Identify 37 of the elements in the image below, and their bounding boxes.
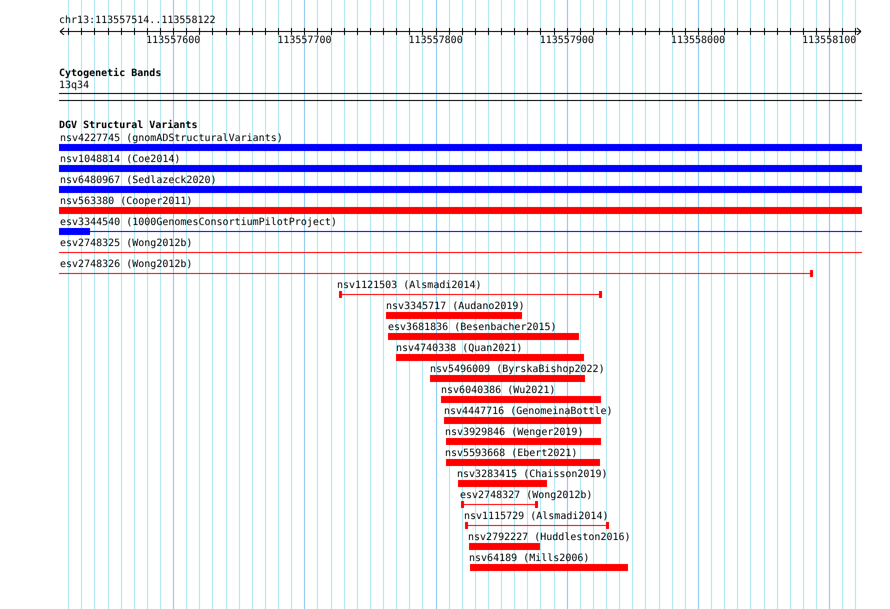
feature-label[interactable]: nsv3345717 (Audano2019) [386, 301, 524, 313]
tick-label: 113558000 [670, 35, 726, 47]
feature-label[interactable]: nsv6480967 (Sedlazeck2020) [60, 175, 217, 187]
feature-label[interactable]: esv3344540 (1000GenomesConsortiumPilotProject) [60, 217, 337, 229]
feature-label[interactable]: nsv1115729 (Alsmadi2014) [464, 511, 608, 523]
variant-span-line[interactable] [461, 501, 538, 508]
variant-span-line[interactable] [59, 270, 813, 277]
feature-label[interactable]: esv3681836 (Besenbacher2015) [388, 322, 557, 334]
track-title: DGV Structural Variants [59, 120, 198, 132]
tick-label: 113557900 [540, 35, 594, 47]
variant-span-line[interactable] [465, 522, 609, 529]
variant-span-line[interactable] [339, 291, 602, 298]
feature-label[interactable]: esv2748325 (Wong2012b) [60, 238, 192, 250]
tick-label: 113558100 [802, 35, 856, 47]
location-label: chr13:113557514..113558122 [59, 15, 216, 27]
feature-label[interactable]: esv2748327 (Wong2012b) [460, 490, 592, 502]
band-label: 13q34 [59, 80, 90, 92]
variant-bar[interactable] [59, 228, 862, 235]
feature-label[interactable]: nsv5593668 (Ebert2021) [445, 448, 578, 460]
feature-label[interactable]: nsv1121503 (Alsmadi2014) [337, 280, 482, 292]
feature-label[interactable]: nsv2792227 (Huddleston2016) [468, 532, 631, 544]
feature-label[interactable]: esv2748326 (Wong2012b) [60, 259, 192, 271]
tick-label: 113557700 [277, 35, 332, 47]
feature-label[interactable]: nsv5496009 (ByrskaBishop2022) [430, 364, 605, 376]
variant-span-line[interactable] [59, 249, 862, 256]
feature-label[interactable]: nsv3929846 (Wenger2019) [445, 427, 584, 439]
track-title: Cytogenetic Bands [59, 68, 162, 80]
feature-label[interactable]: nsv3283415 (Chaisson2019) [457, 469, 608, 481]
feature-label[interactable]: nsv64189 (Mills2006) [469, 553, 590, 565]
feature-label[interactable]: nsv563380 (Cooper2011) [60, 196, 192, 208]
feature-label[interactable]: nsv6040386 (Wu2021) [441, 385, 556, 397]
tick-label: 113557600 [146, 35, 200, 47]
tick-label: 113557800 [408, 35, 463, 47]
feature-label[interactable]: nsv4740338 (Quan2021) [396, 343, 522, 355]
feature-label[interactable]: nsv4447716 (GenomeinaBottle) [444, 406, 613, 418]
feature-label[interactable]: nsv4227745 (gnomADStructuralVariants) [60, 133, 283, 145]
feature-label[interactable]: nsv1048814 (Coe2014) [60, 154, 180, 166]
